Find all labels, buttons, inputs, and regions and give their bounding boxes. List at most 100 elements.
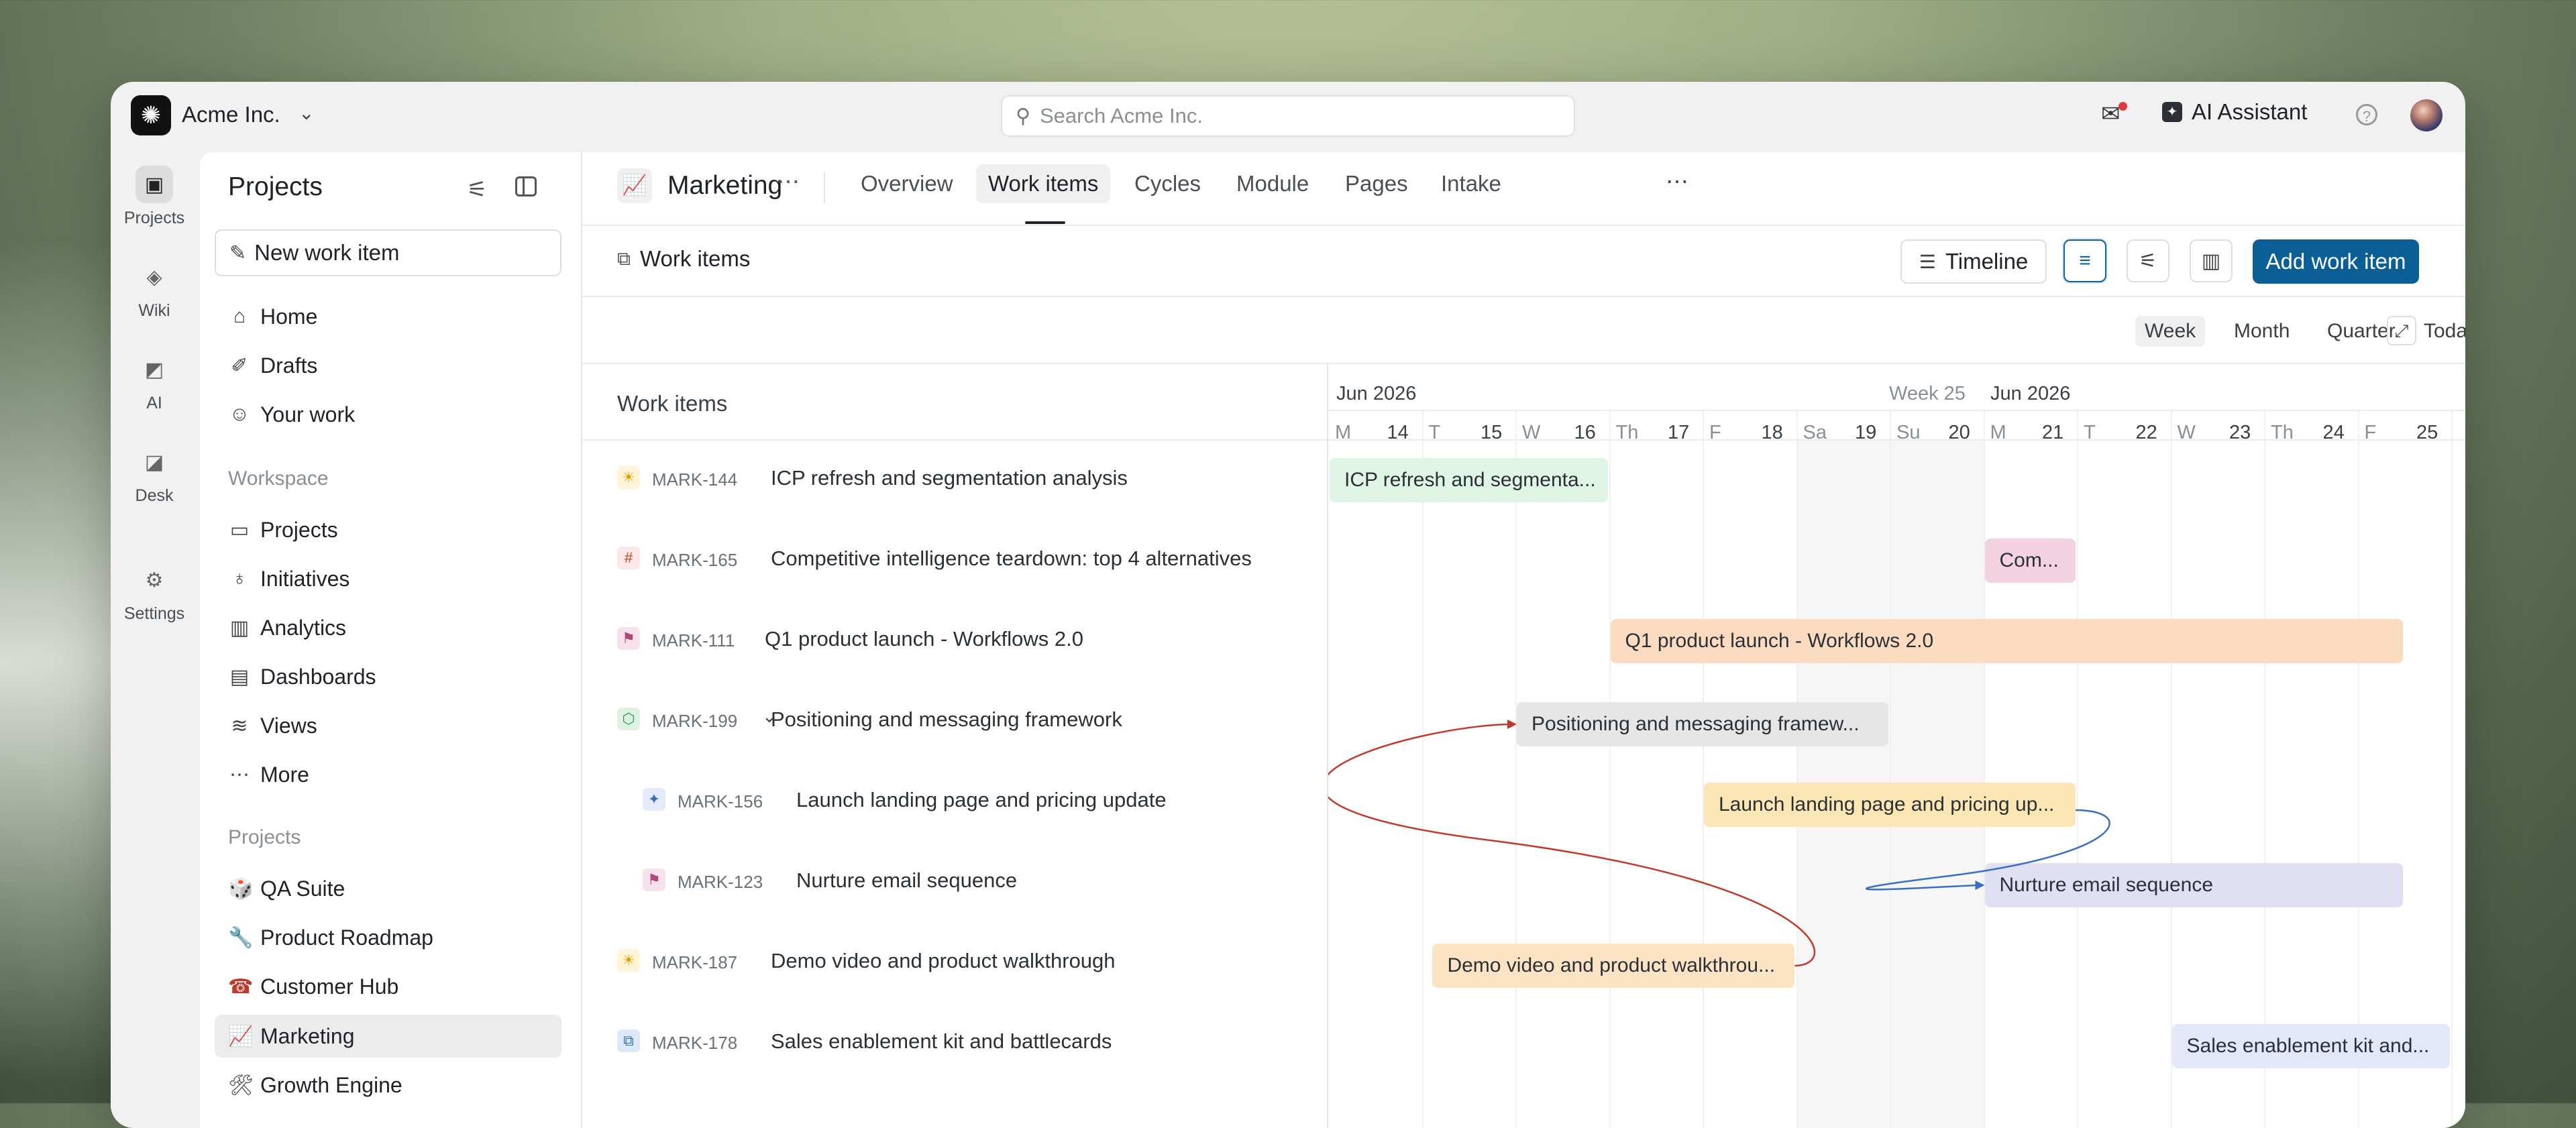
work-item-title[interactable]: Launch landing page and pricing update — [796, 788, 1167, 812]
tab-overview[interactable]: Overview — [861, 171, 953, 196]
sidebar-item-projects[interactable]: ▭ Projects — [228, 513, 338, 547]
rail-item-settings[interactable]: ⚙ Settings — [111, 561, 198, 624]
sidebar-item-label: Views — [260, 713, 317, 738]
work-item-key: MARK-156 — [678, 791, 763, 811]
gear-icon: ⚙ — [145, 569, 164, 591]
project-emoji: ☎ — [228, 975, 254, 998]
sidebar-item-label: Marketing — [260, 1023, 355, 1048]
more-tabs-icon[interactable]: ⋯ — [1666, 168, 1688, 195]
sidebar-project-product-roadmap[interactable]: 🔧 Product Roadmap — [228, 921, 433, 954]
main-content: 📈 Marketing ⋯ Overview Work items Cycles… — [582, 152, 2465, 1128]
lightbulb-icon: ♁ — [231, 567, 248, 589]
rail-item-projects[interactable]: ▣ Projects — [111, 166, 198, 228]
sidebar-item-more[interactable]: ⋯ More — [228, 758, 309, 791]
work-item-row[interactable]: ⚑ MARK-111 Q1 product launch - Workflows 2… — [582, 596, 1327, 677]
sidebar-item-label: Projects — [260, 517, 338, 542]
pencil-icon: ✐ — [231, 354, 248, 377]
sidebar-project-qa-suite[interactable]: 🎲 QA Suite — [228, 872, 345, 905]
tab-intake[interactable]: Intake — [1441, 171, 1501, 196]
work-item-row[interactable]: ⬡ MARK-199 Positioning and messaging frame… — [582, 677, 1327, 757]
work-items-label: Work items — [640, 246, 751, 271]
chevron-down-icon[interactable]: ⌄ — [299, 102, 314, 124]
sidebar-toggle-icon[interactable] — [515, 176, 537, 196]
work-item-title[interactable]: Sales enablement kit and battlecards — [771, 1029, 1112, 1054]
project-name[interactable]: Marketing — [667, 171, 782, 201]
work-item-row[interactable]: ⧉ MARK-178 Sales enablement kit and battle… — [582, 999, 1327, 1079]
scale-month[interactable]: Month — [2224, 316, 2299, 347]
display-settings-button[interactable]: ⚟ — [2127, 239, 2169, 282]
sidebar-item-home[interactable]: ⌂ Home — [228, 300, 317, 333]
project-emoji: 🛠 — [228, 1074, 254, 1096]
notification-dot — [2118, 102, 2127, 111]
project-emoji: 📈 — [228, 1025, 254, 1048]
sidebar-item-label: Drafts — [260, 353, 318, 378]
work-item-title[interactable]: Competitive intelligence teardown: top 4… — [771, 547, 1252, 571]
rail-label: AI — [146, 394, 162, 412]
sidebar-item-drafts[interactable]: ✐ Drafts — [228, 349, 317, 382]
rail-item-desk[interactable]: ◪ Desk — [111, 443, 198, 506]
org-logo[interactable]: ✺ — [131, 95, 171, 135]
sidebar-item-initiatives[interactable]: ♁ Initiatives — [228, 562, 350, 596]
work-item-row[interactable]: ☀ MARK-187 Demo video and product walkthro… — [582, 918, 1327, 999]
briefcase-icon: ▭ — [229, 518, 250, 541]
divider — [824, 172, 825, 203]
sun-icon: ☀ — [617, 466, 640, 489]
wiki-icon: ◈ — [146, 266, 162, 288]
more-icon[interactable]: ⋯ — [777, 168, 800, 195]
rail-item-wiki[interactable]: ◈ Wiki — [111, 258, 198, 321]
sidebar-project-marketing[interactable]: 📈 Marketing — [215, 1015, 561, 1058]
work-item-title[interactable]: Nurture email sequence — [796, 868, 1017, 893]
tab-pages[interactable]: Pages — [1345, 171, 1408, 196]
sidebar-project-growth-engine[interactable]: 🛠 Growth Engine — [228, 1068, 402, 1102]
work-item-key: MARK-123 — [678, 872, 763, 892]
work-item-title[interactable]: Positioning and messaging framework — [771, 708, 1122, 732]
work-item-key: MARK-187 — [652, 952, 738, 972]
flag-icon: ⚑ — [643, 868, 665, 891]
sparkle-icon: ✦ — [643, 788, 665, 811]
rail-item-ai[interactable]: ◩ AI — [111, 351, 198, 413]
work-items-breadcrumb: ⧉ Work items — [617, 246, 750, 272]
add-work-item-button[interactable]: Add work item — [2253, 239, 2419, 284]
help-icon[interactable]: ? — [2356, 104, 2377, 125]
work-item-row[interactable]: ✦ MARK-156 Launch landing page and pricing… — [582, 757, 1327, 838]
work-item-title[interactable]: Q1 product launch - Workflows 2.0 — [765, 627, 1083, 651]
dependency-links — [1328, 720, 2110, 967]
work-item-row[interactable]: ⚑ MARK-123 Nurture email sequence — [582, 838, 1327, 918]
sidebar-project-customer-hub[interactable]: ☎ Customer Hub — [228, 970, 398, 1003]
ai-assistant-button[interactable]: ✦ AI Assistant — [2162, 99, 2307, 125]
work-item-title[interactable]: Demo video and product walkthrough — [771, 949, 1116, 973]
work-item-key: MARK-178 — [652, 1033, 738, 1053]
sidebar-item-your-work[interactable]: ☺ Your work — [228, 398, 355, 431]
avatar[interactable] — [2410, 99, 2443, 131]
work-item-title[interactable]: ICP refresh and segmentation analysis — [771, 466, 1128, 490]
tab-cycles[interactable]: Cycles — [1134, 171, 1201, 196]
timeline-icon: ☰ — [1919, 251, 1936, 272]
timeline-layout-button[interactable]: ☰ Timeline — [1900, 239, 2047, 284]
rail-label: Projects — [123, 209, 185, 227]
compose-icon: ✎ — [229, 241, 247, 264]
sidebar-item-views[interactable]: ≋ Views — [228, 709, 317, 742]
tab-work-items[interactable]: Work items — [976, 164, 1111, 203]
filter-button[interactable]: ≡ — [2063, 239, 2106, 282]
sliders-icon[interactable]: ⚟ — [467, 176, 487, 203]
tab-module[interactable]: Module — [1236, 171, 1309, 196]
org-name[interactable]: Acme Inc. — [182, 102, 280, 127]
timeline-label: Timeline — [1945, 249, 2029, 274]
work-item-key: MARK-165 — [652, 550, 738, 570]
new-work-item-button[interactable]: ✎ New work item — [215, 229, 561, 276]
work-item-row[interactable]: ☀ MARK-144 ICP refresh and segmentation an… — [582, 435, 1327, 516]
sidebar-item-analytics[interactable]: ▥ Analytics — [228, 611, 346, 644]
search-input[interactable] — [1038, 103, 1551, 129]
scale-today[interactable]: Today — [2414, 316, 2465, 347]
sidebar-item-dashboards[interactable]: ▤ Dashboards — [228, 660, 376, 693]
analytics-button[interactable]: ▥ — [2190, 239, 2233, 282]
project-emoji: 🔧 — [228, 926, 254, 949]
search-bar[interactable]: ⚲ — [1001, 95, 1575, 137]
scale-week[interactable]: Week — [2135, 316, 2206, 347]
work-item-row[interactable]: # MARK-165 Competitive intelligence teardo… — [582, 516, 1327, 596]
app-rail: ▣ Projects ◈ Wiki ◩ AI ◪ Desk ⚙ Settings — [111, 152, 198, 1128]
expand-icon[interactable]: ⤢ — [2387, 316, 2416, 345]
chevron-down-icon[interactable]: ⌄ — [762, 706, 777, 727]
sidebar: Projects ⚟ ✎ New work item ⌂ Home ✐ Drafts… — [200, 152, 582, 1128]
sidebar-item-label: Analytics — [260, 615, 347, 640]
